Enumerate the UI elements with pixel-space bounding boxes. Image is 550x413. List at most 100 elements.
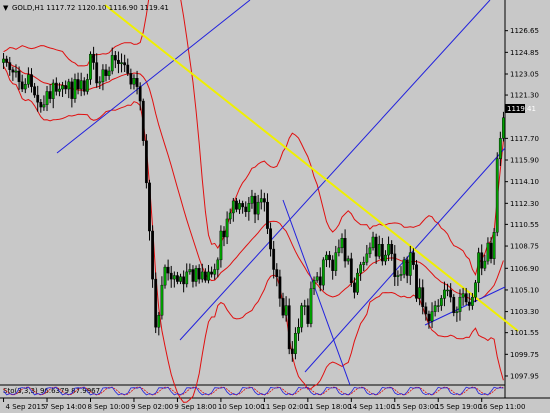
y-tick-label: 1126.65	[510, 27, 539, 35]
y-tick-label: 1101.55	[510, 329, 539, 337]
candle-body	[418, 287, 422, 299]
candle-body	[14, 70, 18, 73]
candle-body	[210, 271, 213, 275]
candle-body	[132, 78, 136, 85]
candle-body	[172, 275, 176, 280]
x-tick-label: 15 Sep 03:00	[392, 403, 439, 411]
candle-body	[151, 230, 154, 280]
candle-body	[54, 82, 58, 92]
candle-body	[436, 305, 440, 307]
candle-body	[380, 244, 384, 262]
y-tick-label: 1106.90	[510, 265, 539, 273]
candle-body	[297, 327, 300, 334]
candle-body	[489, 242, 493, 259]
candle-body	[405, 259, 409, 276]
candle-body	[498, 138, 502, 160]
candle-body	[176, 275, 179, 282]
candle-body	[89, 53, 92, 80]
candle-body	[287, 305, 291, 350]
candle-body	[101, 69, 105, 83]
candle-body	[461, 293, 465, 298]
candle-body	[495, 158, 499, 233]
candle-body	[421, 287, 425, 307]
candle-body	[464, 293, 468, 303]
candle-body	[362, 262, 366, 265]
candle-body	[76, 79, 80, 90]
chart-menu-icon[interactable]: ▼	[3, 4, 9, 12]
candle-body	[2, 58, 5, 63]
candle-body	[250, 195, 254, 204]
x-tick-label: 11 Sep 18:00	[305, 403, 352, 411]
candle-body	[312, 280, 316, 289]
candle-body	[337, 247, 341, 253]
candle-body	[107, 70, 111, 76]
candle-body	[11, 69, 15, 73]
candle-body	[98, 81, 102, 84]
y-tick-label: 1112.30	[510, 200, 539, 208]
candle-body	[138, 86, 142, 102]
y-tick-label: 1097.95	[510, 372, 539, 380]
candle-body	[384, 254, 387, 262]
candle-body	[393, 253, 397, 277]
candle-body	[194, 268, 198, 282]
candle-body	[331, 259, 335, 271]
x-tick-label: 15 Sep 19:00	[435, 403, 482, 411]
candle-body	[346, 258, 350, 262]
candle-body	[241, 203, 245, 208]
x-tick-label: 10 Sep 10:00	[218, 403, 265, 411]
candle-body	[374, 236, 378, 257]
candle-body	[135, 78, 139, 87]
candle-body	[141, 100, 145, 141]
symbol-header: ▼ GOLD,H1 1117.72 1120.10 1116.90 1119.4…	[3, 4, 169, 12]
candle-body	[387, 244, 390, 256]
candle-body	[396, 275, 400, 277]
candle-body	[64, 85, 68, 90]
candle-body	[48, 91, 52, 99]
candle-body	[85, 79, 89, 92]
candle-body	[45, 91, 49, 105]
candle-body	[492, 232, 496, 259]
candle-body	[275, 269, 279, 277]
current-price-tag: 1119.41	[505, 104, 536, 113]
y-tick-label: 1103.30	[510, 308, 539, 316]
candle-body	[185, 271, 189, 285]
candle-body	[439, 298, 443, 306]
candle-body	[70, 81, 74, 99]
x-tick-label: 16 Sep 11:00	[479, 403, 526, 411]
candle-body	[318, 276, 322, 286]
candle-body	[33, 86, 37, 96]
candle-body	[269, 228, 272, 250]
candle-body	[470, 296, 474, 306]
candle-body	[483, 260, 487, 269]
candle-body	[67, 81, 71, 90]
candle-body	[343, 238, 347, 262]
candle-body	[256, 201, 260, 215]
candle-body	[247, 203, 251, 212]
candle-body	[225, 218, 229, 238]
candle-body	[61, 85, 64, 90]
candle-body	[160, 284, 164, 316]
candle-body	[303, 305, 307, 307]
candle-body	[207, 271, 210, 281]
candle-body	[203, 271, 207, 281]
candle-body	[110, 55, 114, 72]
y-tick-label: 1117.70	[510, 135, 539, 143]
candle-body	[182, 276, 186, 285]
y-tick-label: 1108.75	[510, 243, 539, 251]
candle-body	[200, 271, 204, 280]
candle-body	[458, 296, 462, 312]
candle-body	[356, 272, 359, 293]
candle-body	[197, 268, 201, 280]
candle-body	[8, 62, 12, 70]
candle-body	[309, 288, 313, 324]
candle-body	[452, 296, 456, 314]
candle-body	[486, 242, 490, 262]
candle-body	[399, 274, 403, 276]
candle-body	[321, 259, 325, 286]
candle-body	[359, 264, 363, 274]
candle-body	[20, 81, 24, 90]
candle-body	[262, 198, 266, 203]
y-tick-label: 1110.55	[510, 221, 539, 229]
candle-body	[449, 289, 453, 298]
candle-body	[371, 236, 375, 249]
